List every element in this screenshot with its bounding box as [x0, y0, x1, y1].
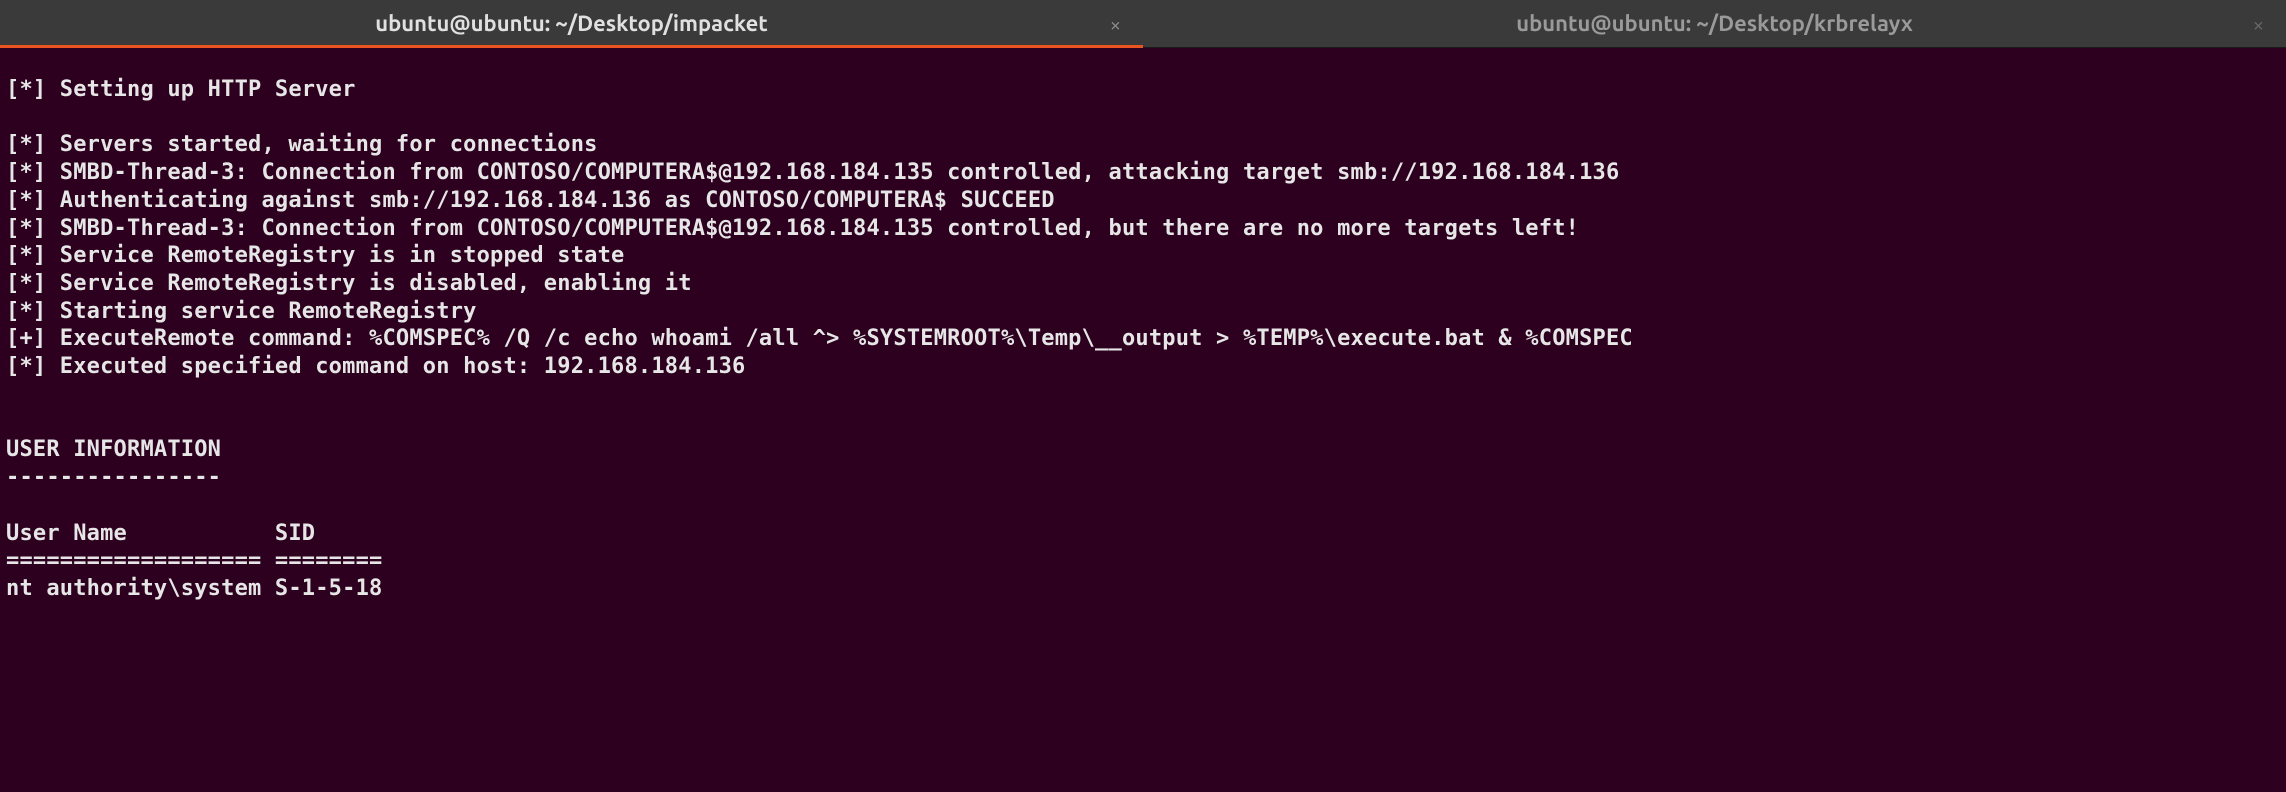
tab-title: ubuntu@ubuntu: ~/Desktop/krbrelayx — [1516, 11, 1913, 36]
close-icon[interactable]: × — [2253, 12, 2264, 35]
tab-bar: ubuntu@ubuntu: ~/Desktop/impacket × ubun… — [0, 0, 2286, 48]
tab-impacket[interactable]: ubuntu@ubuntu: ~/Desktop/impacket × — [0, 0, 1143, 47]
tab-krbrelayx[interactable]: ubuntu@ubuntu: ~/Desktop/krbrelayx × — [1143, 0, 2286, 47]
tab-title: ubuntu@ubuntu: ~/Desktop/impacket — [375, 11, 768, 36]
close-icon[interactable]: × — [1110, 12, 1121, 35]
terminal-output[interactable]: [*] Setting up HTTP Server [*] Servers s… — [0, 70, 2286, 615]
